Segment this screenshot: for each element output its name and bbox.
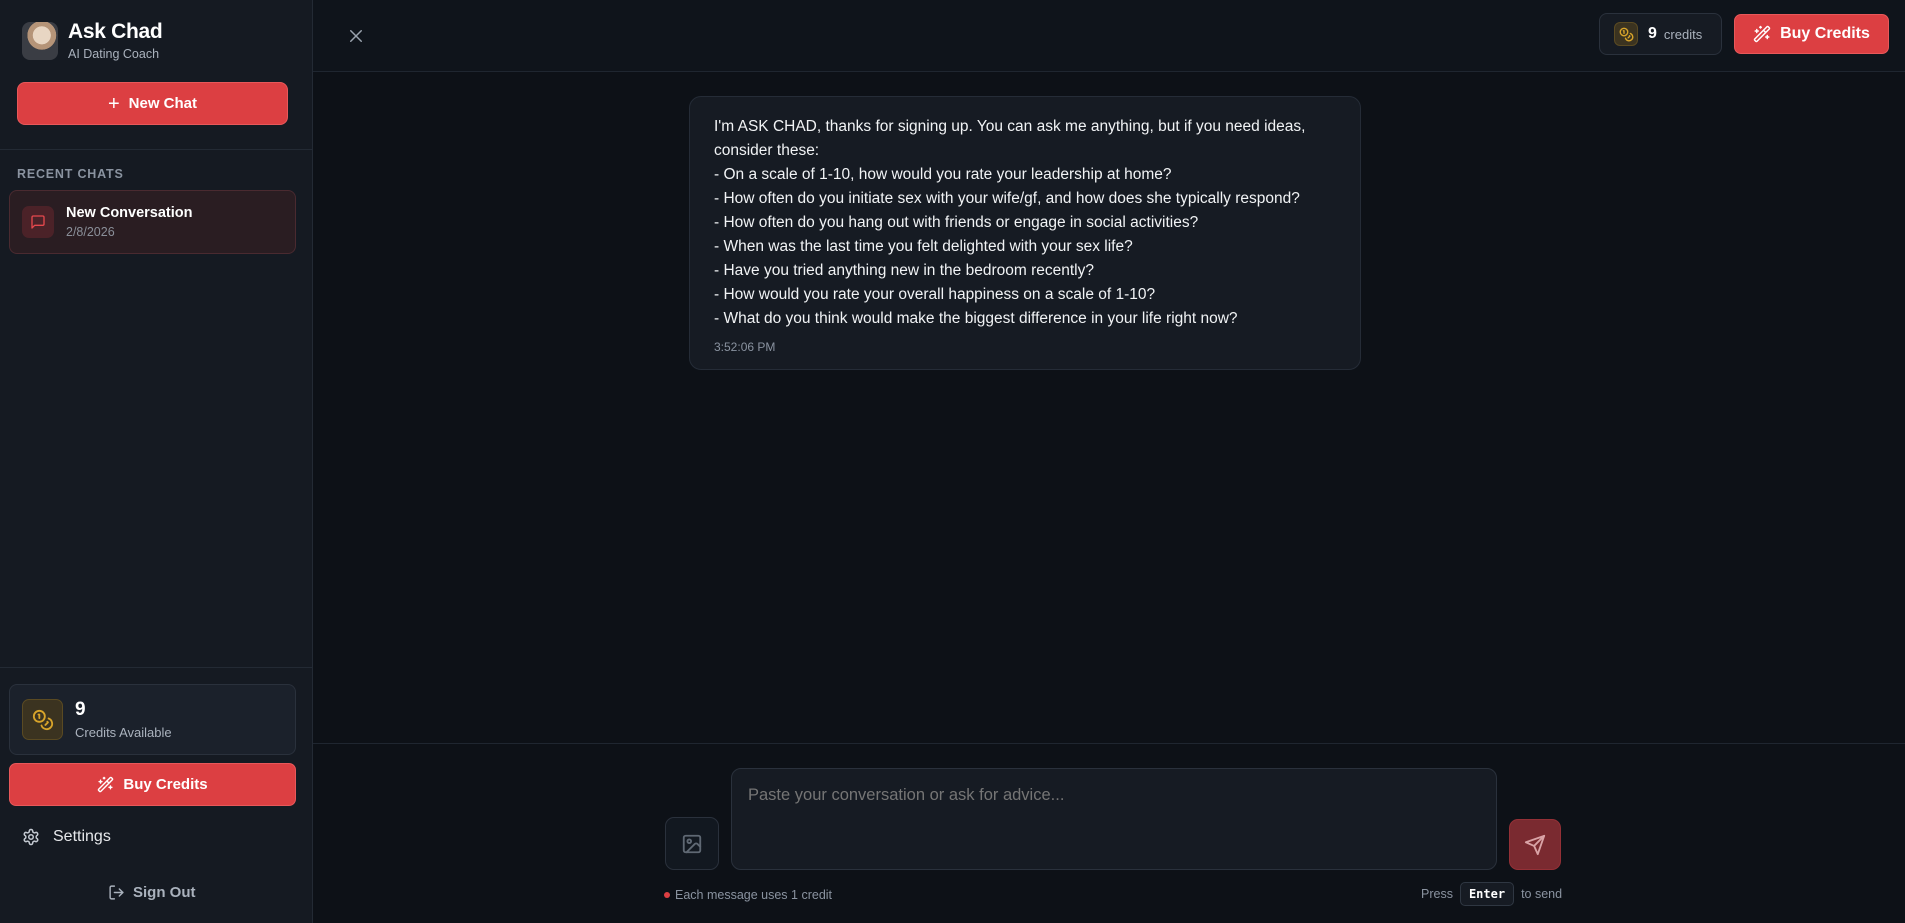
message-line: consider these: xyxy=(714,142,820,159)
new-chat-button[interactable]: + New Chat xyxy=(17,82,288,125)
send-button[interactable] xyxy=(1509,819,1561,870)
to-send-label: to send xyxy=(1521,887,1563,901)
message-line: - When was the last time you felt deligh… xyxy=(714,238,1133,255)
close-icon xyxy=(350,30,362,42)
header-credits-label: credits xyxy=(1663,26,1703,42)
app-title: Ask Chad xyxy=(68,20,163,43)
new-chat-label: New Chat xyxy=(128,95,198,112)
app-subtitle: AI Dating Coach xyxy=(68,47,160,61)
gear-icon xyxy=(23,828,39,846)
attach-image-button[interactable] xyxy=(665,817,719,870)
press-label: Press xyxy=(1421,887,1453,901)
message-line: - How often do you initiate sex with you… xyxy=(714,190,1300,207)
send-icon xyxy=(1524,834,1546,855)
sidebar-divider xyxy=(0,149,313,150)
brand[interactable]: Ask Chad AI Dating Coach xyxy=(22,20,163,62)
chat-title: New Conversation xyxy=(66,205,193,221)
sign-out-label: Sign Out xyxy=(133,884,196,901)
message-input[interactable] xyxy=(731,768,1497,870)
message-line: I'm ASK CHAD, thanks for signing up. You… xyxy=(714,118,1306,135)
sparkles-icon xyxy=(98,776,114,793)
message-line: - How often do you hang out with friends… xyxy=(714,214,1199,231)
header-credits-count: 9 xyxy=(1648,25,1657,42)
message-line: - Have you tried anything new in the bed… xyxy=(714,262,1094,279)
chat-bubble-icon xyxy=(22,206,54,238)
credits-label: Credits Available xyxy=(75,725,172,740)
header-buy-credits-label: Buy Credits xyxy=(1780,25,1870,42)
coins-icon xyxy=(1614,22,1638,46)
header-buy-credits-button[interactable]: Buy Credits xyxy=(1734,14,1889,54)
sidebar: Ask Chad AI Dating Coach + New Chat RECE… xyxy=(0,0,313,923)
avatar xyxy=(22,22,58,60)
settings-link[interactable]: Settings xyxy=(22,828,111,846)
send-hint: Press Enter to send xyxy=(1421,882,1562,906)
plus-icon: + xyxy=(107,92,120,115)
settings-label: Settings xyxy=(53,828,111,845)
message-timestamp: 3:52:06 PM xyxy=(714,340,776,354)
credits-count: 9 xyxy=(75,699,86,720)
coins-icon xyxy=(22,699,63,740)
sign-out-button[interactable]: Sign Out xyxy=(108,884,196,901)
sidebar-divider-bottom xyxy=(0,667,313,668)
message-line: - How would you rate your overall happin… xyxy=(714,286,1156,303)
status-dot xyxy=(664,892,670,898)
message-line: - On a scale of 1-10, how would you rate… xyxy=(714,166,1172,183)
recent-chats-heading: RECENT CHATS xyxy=(17,167,124,181)
close-sidebar-button[interactable] xyxy=(342,22,370,50)
sidebar-buy-credits-button[interactable]: Buy Credits xyxy=(9,763,296,806)
image-icon xyxy=(682,834,702,853)
assistant-message: I'm ASK CHAD, thanks for signing up. You… xyxy=(689,96,1361,370)
chat-date: 2/8/2026 xyxy=(66,225,115,239)
credit-cost-text: Each message uses 1 credit xyxy=(675,888,833,902)
log-out-icon xyxy=(109,885,124,900)
sidebar-buy-credits-label: Buy Credits xyxy=(123,776,208,793)
message-line: - What do you think would make the bigge… xyxy=(714,310,1238,327)
enter-key-badge: Enter xyxy=(1459,882,1515,906)
credits-card: 9 Credits Available xyxy=(9,684,296,755)
credits-indicator: 9 credits xyxy=(1599,13,1722,55)
chat-list-item[interactable]: New Conversation 2/8/2026 xyxy=(9,190,296,254)
sparkles-icon xyxy=(1753,25,1771,43)
credit-cost-hint: Each message uses 1 credit xyxy=(664,888,832,902)
